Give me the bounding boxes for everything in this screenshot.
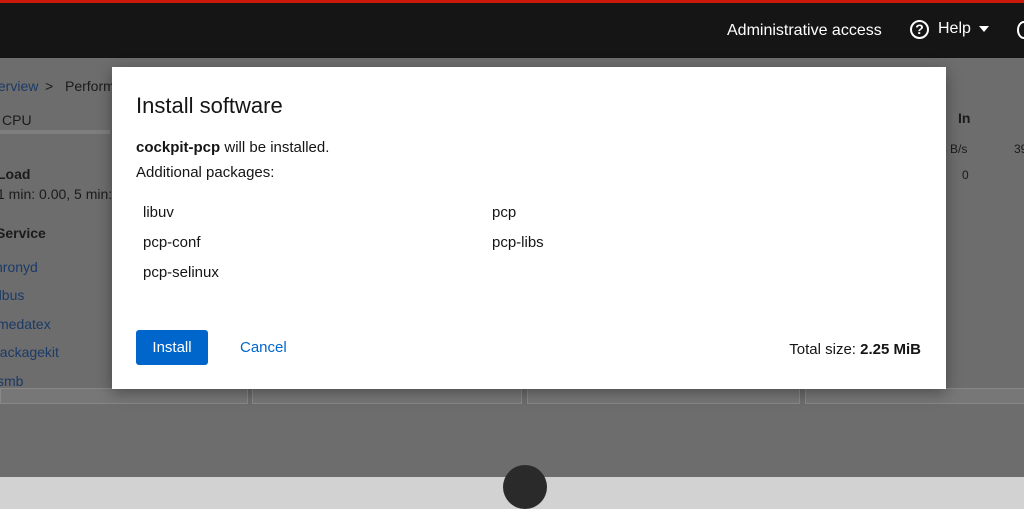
- bg-card: [805, 388, 1024, 404]
- caret-down-icon: [978, 26, 989, 32]
- in-heading: In: [958, 110, 971, 126]
- install-software-dialog: Install software cockpit-pcp will be ins…: [112, 67, 946, 389]
- dialog-title: Install software: [136, 93, 283, 118]
- breadcrumb-separator: >: [45, 78, 54, 94]
- cancel-button[interactable]: Cancel: [226, 330, 301, 365]
- package-name: cockpit-pcp: [136, 139, 221, 156]
- install-description-suffix: will be installed.: [220, 139, 330, 156]
- service-link[interactable]: packagekit: [0, 344, 59, 360]
- breadcrumb-overview[interactable]: Overview: [0, 78, 38, 94]
- loading-spinner-icon: [503, 465, 547, 509]
- total-size: Total size: 2.25 MiB: [789, 340, 921, 360]
- help-icon: ?: [910, 19, 929, 39]
- package-item: libuv: [143, 204, 174, 221]
- package-item: pcp-conf: [143, 234, 201, 251]
- service-link[interactable]: smb: [0, 373, 23, 389]
- install-button[interactable]: Install: [136, 330, 208, 365]
- cpu-heading: CPU: [2, 112, 32, 128]
- bg-card: [527, 388, 800, 404]
- help-menu-button[interactable]: ? Help: [910, 18, 989, 40]
- load-heading: Load: [0, 166, 31, 182]
- service-link[interactable]: chronyd: [0, 259, 38, 275]
- load-values: 1 min: 0.00, 5 min: 0: [0, 186, 124, 202]
- administrative-access-button[interactable]: Administrative access: [727, 20, 882, 42]
- bg-card: [252, 388, 522, 404]
- install-description: cockpit-pcp will be installed.: [136, 138, 329, 158]
- cpu-bar: [0, 130, 110, 134]
- package-item: pcp: [492, 204, 517, 221]
- additional-packages-label: Additional packages:: [136, 164, 275, 181]
- network-zero: 0: [962, 168, 969, 182]
- masthead: Administrative access ? Help: [0, 0, 1024, 58]
- total-size-value: 2.25 MiB: [860, 341, 921, 358]
- package-item: pcp-libs: [492, 234, 544, 251]
- network-rate-2: 39: [1014, 142, 1024, 156]
- total-size-label: Total size:: [789, 341, 861, 358]
- package-item: pcp-selinux: [143, 264, 219, 281]
- service-heading: Service: [0, 225, 46, 241]
- help-label: Help: [938, 20, 971, 37]
- bg-card: [0, 388, 248, 404]
- service-link[interactable]: dbus: [0, 287, 24, 303]
- service-link[interactable]: timedatex: [0, 316, 51, 332]
- session-menu-icon[interactable]: [1017, 21, 1024, 39]
